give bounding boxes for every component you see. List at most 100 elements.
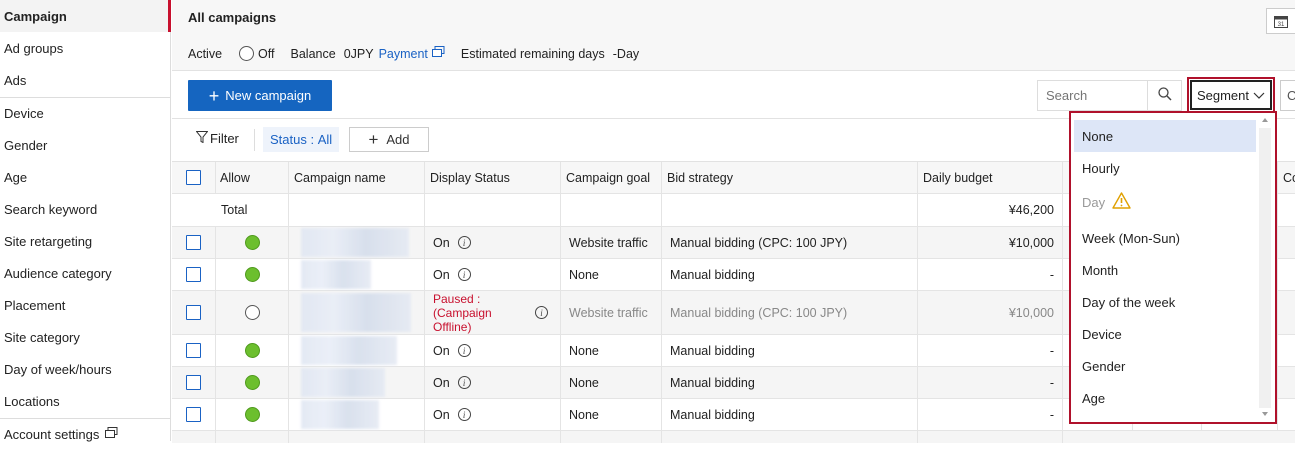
status-filter-chip[interactable]: Status : All	[263, 127, 340, 152]
row-checkbox[interactable]	[186, 407, 201, 422]
campaign-name-cell[interactable]	[289, 367, 425, 398]
scrollbar-track[interactable]	[1259, 128, 1271, 408]
sidebar-item-age[interactable]: Age	[0, 161, 171, 193]
plus-icon: +	[368, 130, 379, 149]
segment-option-device[interactable]: Device	[1074, 318, 1256, 350]
info-icon[interactable]: i	[535, 306, 548, 319]
scroll-down-arrow-icon[interactable]	[1262, 412, 1268, 416]
row-checkbox[interactable]	[186, 305, 201, 320]
new-campaign-button[interactable]: + New campaign	[188, 80, 332, 111]
sidebar-item-account-settings[interactable]: Account settings	[0, 418, 171, 450]
sidebar-item-day-of-week-hours[interactable]: Day of week/hours	[0, 353, 171, 385]
segment-option-label: Day	[1082, 194, 1106, 210]
table-cell	[561, 194, 662, 226]
campaign-name-cell[interactable]	[289, 227, 425, 258]
column-header-bid-strategy[interactable]: Bid strategy	[662, 162, 918, 193]
segment-option-label: Month	[1082, 262, 1119, 278]
sidebar-item-locations[interactable]: Locations	[0, 385, 171, 417]
status-on-dot[interactable]	[244, 343, 260, 358]
campaign-name-cell[interactable]	[289, 399, 425, 430]
info-icon[interactable]: i	[457, 268, 471, 281]
row-checkbox[interactable]	[186, 343, 201, 358]
row-checkbox[interactable]	[186, 375, 201, 390]
column-header-display-status[interactable]: Display Status	[425, 162, 561, 193]
row-checkbox[interactable]	[186, 235, 201, 250]
sidebar-item-site-category[interactable]: Site category	[0, 321, 171, 353]
column-header-allow[interactable]: Allow	[216, 162, 289, 193]
status-on-dot[interactable]	[244, 407, 260, 422]
sidebar-item-audience-category[interactable]: Audience category	[0, 257, 171, 289]
column-header-daily-budget[interactable]: Daily budget	[918, 162, 1063, 193]
sidebar-item-label: Age	[4, 169, 28, 185]
status-off-dot[interactable]	[244, 305, 260, 320]
segment-menu-highlight: None Hourly Day Week (Mon-Sun) Month Day…	[1069, 111, 1277, 424]
active-label: Active	[188, 46, 223, 61]
status-on-dot[interactable]	[244, 235, 260, 250]
sidebar-item-campaign[interactable]: Campaign	[0, 0, 171, 32]
segment-option-month[interactable]: Month	[1074, 254, 1256, 286]
status-on-dot[interactable]	[244, 267, 260, 282]
sidebar-item-site-retargeting[interactable]: Site retargeting	[0, 225, 171, 257]
info-icon[interactable]: i	[457, 344, 471, 357]
segment-label: Segment	[1196, 87, 1250, 103]
display-status-cell: On i	[425, 259, 561, 290]
row-select-cell	[172, 259, 216, 290]
row-checkbox[interactable]	[186, 267, 201, 282]
segment-option-label: Gender	[1082, 358, 1126, 374]
segment-dropdown-button[interactable]: Segment	[1190, 80, 1272, 110]
segment-option-gender[interactable]: Gender	[1074, 350, 1256, 382]
allow-cell	[216, 259, 289, 290]
campaign-goal-cell: None	[561, 335, 662, 366]
sidebar-item-placement[interactable]: Placement	[0, 289, 171, 321]
table-cell	[662, 431, 918, 443]
filter-label: Filter	[210, 131, 239, 146]
sidebar-item-ads[interactable]: Ads	[0, 64, 171, 96]
search-button[interactable]	[1147, 81, 1181, 110]
info-icon[interactable]: i	[457, 408, 471, 421]
allow-cell	[216, 399, 289, 430]
sidebar-item-label: Site retargeting	[4, 233, 93, 249]
campaign-name-cell[interactable]	[289, 259, 425, 290]
external-link-icon	[431, 46, 445, 61]
segment-menu-scrollbar[interactable]	[1259, 114, 1271, 421]
date-range-button[interactable]: 31	[1266, 8, 1295, 34]
info-icon[interactable]: i	[457, 376, 471, 389]
segment-option-week[interactable]: Week (Mon-Sun)	[1074, 222, 1256, 254]
column-header-campaign-name[interactable]: Campaign name	[289, 162, 425, 193]
off-radio[interactable]	[239, 46, 255, 61]
status-on-dot[interactable]	[244, 375, 260, 390]
segment-option-age[interactable]: Age	[1074, 382, 1256, 414]
table-cell	[172, 431, 216, 443]
select-all-checkbox[interactable]	[186, 170, 201, 185]
add-filter-button[interactable]: + Add	[349, 127, 429, 152]
new-campaign-label: New campaign	[225, 88, 312, 103]
payment-link[interactable]: Payment	[379, 47, 428, 61]
sidebar-item-label: Placement	[4, 297, 66, 313]
segment-option-hourly[interactable]: Hourly	[1074, 152, 1256, 184]
segment-highlight: Segment	[1187, 77, 1275, 113]
row-select-cell	[172, 367, 216, 398]
sidebar-item-gender[interactable]: Gender	[0, 129, 171, 161]
search-box	[1037, 80, 1182, 111]
redacted-campaign-name	[301, 228, 409, 257]
campaign-name-cell[interactable]	[289, 335, 425, 366]
column-header-campaign-goal[interactable]: Campaign goal	[561, 162, 662, 193]
sidebar-item-label: Locations	[4, 393, 60, 409]
columns-button[interactable]: C	[1280, 80, 1295, 111]
remaining-days-value: -Day	[612, 46, 640, 61]
search-input[interactable]	[1039, 82, 1147, 109]
campaign-goal-cell: Website traffic	[561, 227, 662, 258]
campaign-name-cell[interactable]	[289, 291, 425, 334]
sidebar-item-search-keyword[interactable]: Search keyword	[0, 193, 171, 225]
column-header-co[interactable]: Co	[1278, 162, 1295, 193]
scroll-up-arrow-icon[interactable]	[1262, 118, 1268, 122]
segment-option-label: Hourly	[1082, 160, 1120, 176]
info-icon[interactable]: i	[457, 236, 471, 249]
sidebar-item-device[interactable]: Device	[0, 97, 171, 129]
filter-button[interactable]: Filter	[195, 131, 239, 146]
campaign-goal-cell: Website traffic	[561, 291, 662, 334]
table-row[interactable]	[172, 431, 1295, 443]
segment-option-day-of-week[interactable]: Day of the week	[1074, 286, 1256, 318]
sidebar-item-ad-groups[interactable]: Ad groups	[0, 32, 171, 64]
segment-option-none[interactable]: None	[1074, 120, 1256, 152]
